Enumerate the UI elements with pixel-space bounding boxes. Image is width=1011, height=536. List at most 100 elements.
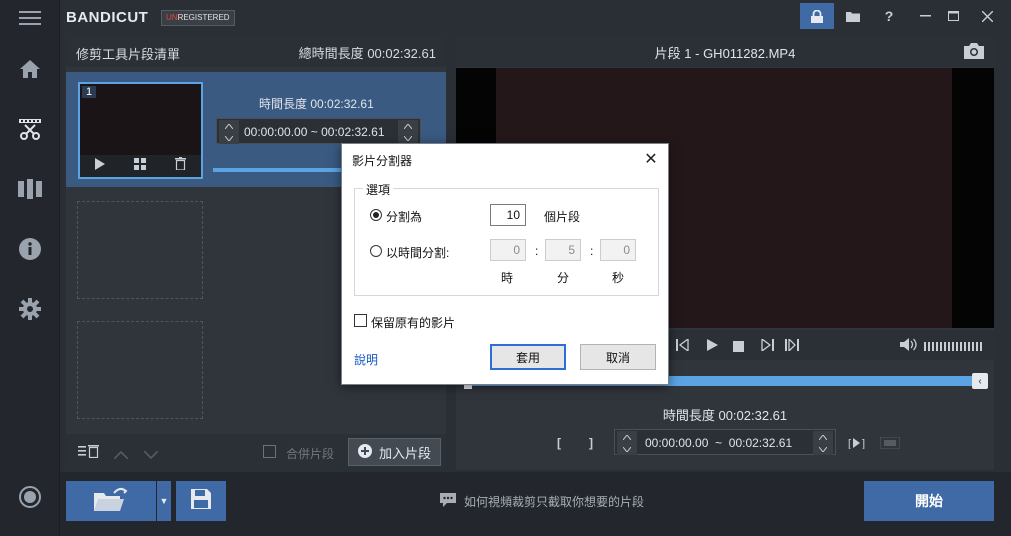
empty-clip-slot bbox=[77, 201, 203, 299]
video-splitter-dialog: 影片分割器 ✕ 選項 分割為 10 個片段 以時間分割: 0 : 5 : 0 時… bbox=[341, 143, 669, 385]
set-start-bracket[interactable]: [ bbox=[557, 436, 561, 450]
left-nav bbox=[0, 0, 60, 536]
video-duration: 時間長度 00:02:32.61 bbox=[662, 408, 788, 423]
home-icon[interactable] bbox=[0, 45, 60, 93]
keep-original-checkbox[interactable] bbox=[354, 314, 367, 327]
hours-unit-label: 時 bbox=[501, 271, 514, 285]
play-range-icon[interactable]: [] bbox=[848, 436, 868, 454]
bandicut-window: BANDICUT UNREGISTERED ? 修剪工具片段清單 總時間長度 0… bbox=[0, 0, 1011, 536]
clip-time-range[interactable]: 00:00:00.00 ~ 00:02:32.61 bbox=[216, 118, 421, 144]
start-down-spinner[interactable] bbox=[617, 443, 637, 455]
delete-all-icon[interactable] bbox=[78, 444, 100, 463]
info-icon[interactable] bbox=[0, 225, 60, 273]
clip-list-footer: 合併片段 加入片段 bbox=[66, 434, 446, 470]
set-end-bracket[interactable]: ] bbox=[589, 436, 593, 450]
lock-icon[interactable] bbox=[800, 3, 834, 29]
move-down-icon[interactable] bbox=[143, 446, 159, 464]
end-up-spinner[interactable] bbox=[398, 120, 418, 132]
split-by-time-label: 以時間分割: bbox=[386, 246, 450, 260]
minutes-input[interactable]: 5 bbox=[545, 239, 581, 261]
split-by-count-radio[interactable] bbox=[370, 209, 382, 221]
svg-text:]: ] bbox=[862, 438, 865, 449]
bottom-bar: ▼ 如何視頻裁剪只截取你想要的片段 開始 bbox=[60, 472, 1011, 536]
scissors-icon[interactable] bbox=[0, 105, 60, 153]
cancel-button[interactable]: 取消 bbox=[580, 344, 656, 370]
video-title: 片段 1 - GH011282.MP4 bbox=[654, 46, 796, 61]
seconds-input[interactable]: 0 bbox=[600, 239, 636, 261]
video-time-text: 00:00:00.00 ~ 00:02:32.61 bbox=[645, 436, 793, 450]
close-icon[interactable]: ✕ bbox=[640, 148, 662, 170]
svg-text:[: [ bbox=[848, 438, 851, 449]
time-colon: : bbox=[590, 244, 594, 258]
split-by-time-radio[interactable] bbox=[370, 245, 382, 257]
hours-input[interactable]: 0 bbox=[490, 239, 526, 261]
end-down-spinner[interactable] bbox=[813, 443, 833, 455]
camera-icon[interactable] bbox=[964, 43, 984, 64]
gear-icon[interactable] bbox=[0, 285, 60, 333]
end-up-spinner[interactable] bbox=[813, 431, 833, 443]
help-icon[interactable]: ? bbox=[872, 3, 906, 29]
trash-icon[interactable] bbox=[175, 157, 187, 175]
move-up-icon[interactable] bbox=[113, 446, 129, 464]
volume-slider[interactable] bbox=[924, 339, 984, 357]
clip-number: 1 bbox=[82, 86, 97, 98]
add-clip-button[interactable]: 加入片段 bbox=[348, 438, 441, 466]
brand-logo: BANDICUT bbox=[66, 9, 149, 26]
split-by-count-label: 分割為 bbox=[386, 210, 423, 224]
clip-list-title: 修剪工具片段清單 bbox=[76, 47, 181, 62]
merge-checkbox[interactable] bbox=[263, 445, 276, 458]
start-up-spinner[interactable] bbox=[617, 431, 637, 443]
merge-label: 合併片段 bbox=[286, 447, 335, 461]
segment-count-input[interactable]: 10 bbox=[490, 204, 526, 226]
maximize-button[interactable] bbox=[936, 3, 970, 29]
chat-bubble-icon bbox=[440, 493, 456, 510]
floppy-icon bbox=[191, 488, 211, 514]
clip-duration: 時間長度 00:02:32.61 bbox=[259, 97, 374, 111]
clip-list-header: 修剪工具片段清單 總時間長度 00:02:32.61 bbox=[66, 35, 446, 67]
video-header: 片段 1 - GH011282.MP4 bbox=[456, 35, 994, 67]
clip-time-text: 00:00:00.00 ~ 00:02:32.61 bbox=[244, 125, 385, 139]
start-down-spinner[interactable] bbox=[219, 132, 239, 144]
unregistered-badge: UNREGISTERED bbox=[161, 10, 235, 26]
help-link[interactable]: 說明 bbox=[354, 351, 378, 368]
save-button[interactable] bbox=[176, 481, 226, 521]
clip-thumbnail[interactable]: 1 bbox=[78, 82, 203, 179]
dialog-title: 影片分割器 bbox=[352, 154, 413, 168]
segment-unit-label: 個片段 bbox=[544, 210, 581, 224]
start-up-spinner[interactable] bbox=[219, 120, 239, 132]
empty-clip-slot bbox=[77, 321, 203, 419]
tip-text[interactable]: 如何視頻裁剪只截取你想要的片段 bbox=[440, 493, 644, 510]
preview-range-icon[interactable] bbox=[879, 436, 901, 454]
stop-icon[interactable] bbox=[733, 339, 744, 357]
keep-original-label: 保留原有的影片 bbox=[371, 316, 456, 330]
folder-icon[interactable] bbox=[836, 3, 870, 29]
apply-button[interactable]: 套用 bbox=[490, 344, 566, 370]
clip-progress-bar bbox=[213, 168, 343, 172]
menu-icon[interactable] bbox=[0, 0, 60, 36]
play-icon[interactable] bbox=[94, 157, 105, 175]
open-dropdown-button[interactable]: ▼ bbox=[157, 481, 171, 521]
film-icon[interactable] bbox=[0, 165, 60, 213]
volume-icon[interactable] bbox=[900, 338, 918, 356]
time-colon: : bbox=[535, 244, 539, 258]
timeline-end-handle[interactable]: ‹ bbox=[972, 373, 988, 389]
start-button[interactable]: 開始 bbox=[864, 481, 994, 521]
close-button[interactable] bbox=[970, 3, 1004, 29]
seconds-unit-label: 秒 bbox=[612, 271, 625, 285]
prev-frame-icon[interactable] bbox=[676, 337, 690, 356]
minutes-unit-label: 分 bbox=[557, 271, 570, 285]
open-folder-icon bbox=[94, 487, 128, 516]
title-bar: BANDICUT UNREGISTERED ? bbox=[60, 0, 1011, 34]
play-icon[interactable] bbox=[707, 338, 718, 356]
open-file-button[interactable] bbox=[66, 481, 156, 521]
record-icon[interactable] bbox=[0, 473, 60, 521]
options-group-label: 選項 bbox=[363, 181, 394, 198]
thumbnail-toolbar bbox=[80, 155, 201, 177]
grid-icon[interactable] bbox=[133, 157, 146, 175]
next-clip-icon[interactable] bbox=[785, 337, 801, 356]
total-duration: 總時間長度 00:02:32.61 bbox=[298, 46, 436, 61]
video-time-range[interactable]: 00:00:00.00 ~ 00:02:32.61 bbox=[614, 429, 836, 455]
plus-circle-icon bbox=[357, 443, 372, 461]
next-frame-icon[interactable] bbox=[760, 337, 774, 356]
options-group: 選項 分割為 10 個片段 以時間分割: 0 : 5 : 0 時 分 秒 bbox=[354, 181, 659, 296]
